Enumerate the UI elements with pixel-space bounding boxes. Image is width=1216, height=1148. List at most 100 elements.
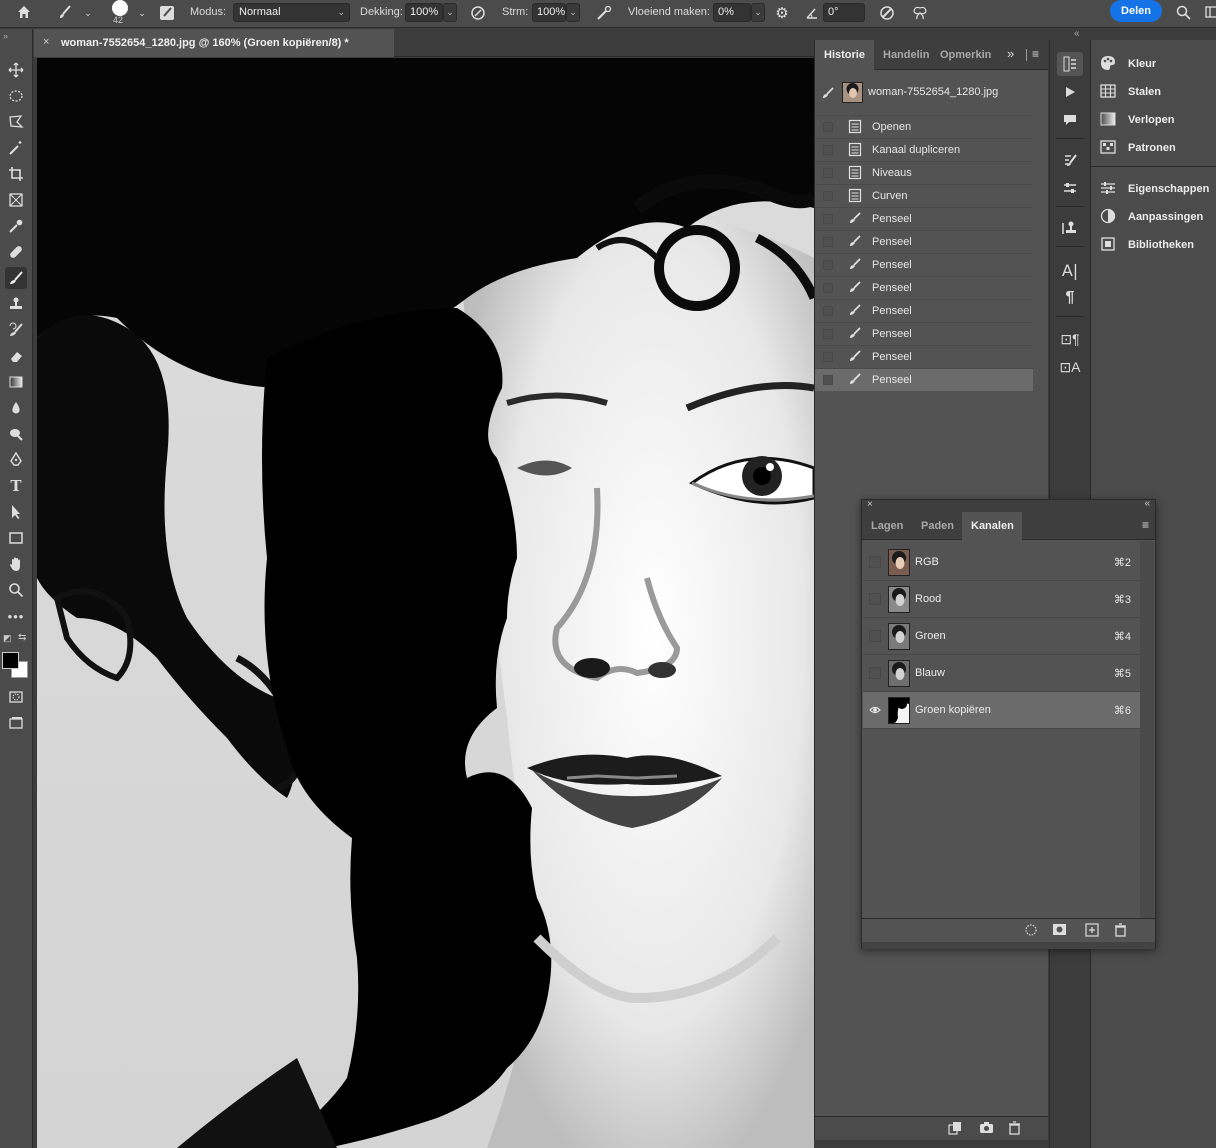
- history-brush-source-checkbox[interactable]: [823, 191, 833, 201]
- paragraph-styles-icon[interactable]: ⊡¶: [1057, 327, 1083, 351]
- history-brush-icon[interactable]: [5, 319, 27, 341]
- pressure-size-icon[interactable]: [877, 3, 897, 23]
- history-item[interactable]: Penseel: [815, 276, 1033, 299]
- history-item[interactable]: Curven: [815, 184, 1033, 207]
- resize-grip[interactable]: [862, 942, 1155, 949]
- angle-field[interactable]: 0°: [823, 3, 865, 22]
- history-brush-source-checkbox[interactable]: [823, 306, 833, 316]
- move-tool-icon[interactable]: [5, 59, 27, 81]
- collapse-icon[interactable]: »: [3, 31, 8, 41]
- comment-icon[interactable]: [1057, 108, 1083, 132]
- brush-tool-icon[interactable]: [5, 267, 27, 289]
- visibility-toggle[interactable]: [869, 630, 881, 642]
- dock-item-gradients[interactable]: Verlopen: [1099, 110, 1216, 130]
- visibility-toggle[interactable]: [869, 667, 881, 679]
- channel-row[interactable]: Groen ⌘4: [863, 618, 1140, 655]
- load-selection-icon[interactable]: [1023, 923, 1039, 939]
- brush-preset-icon[interactable]: [55, 2, 75, 22]
- history-item[interactable]: Niveaus: [815, 161, 1033, 184]
- history-brush-source-checkbox[interactable]: [823, 168, 833, 178]
- crop-tool-icon[interactable]: [5, 163, 27, 185]
- share-button[interactable]: Delen: [1110, 0, 1162, 22]
- dock-item-libraries[interactable]: Bibliotheken: [1099, 235, 1216, 255]
- character-styles-icon[interactable]: ⊡A: [1057, 355, 1083, 379]
- visibility-toggle[interactable]: [869, 556, 881, 568]
- history-brush-source-checkbox[interactable]: [823, 145, 833, 155]
- dodge-tool-icon[interactable]: [5, 423, 27, 445]
- history-panel-icon[interactable]: [1057, 52, 1083, 76]
- brush-settings-panel-icon[interactable]: [1057, 148, 1083, 172]
- magic-wand-icon[interactable]: [5, 137, 27, 159]
- channel-row[interactable]: Groen kopiëren ⌘6: [863, 692, 1140, 729]
- channels-panel-titlebar[interactable]: × «: [862, 498, 1155, 512]
- close-icon[interactable]: ×: [43, 36, 49, 48]
- opacity-field[interactable]: 100%: [405, 3, 443, 22]
- clone-source-icon[interactable]: [1057, 216, 1083, 240]
- channel-row[interactable]: Rood ⌘3: [863, 581, 1140, 618]
- flow-dropdown[interactable]: ⌄: [566, 3, 580, 22]
- tab-paths[interactable]: Paden: [912, 512, 962, 540]
- workspace-icon[interactable]: [1202, 2, 1216, 22]
- history-item[interactable]: Penseel: [815, 345, 1033, 368]
- new-channel-icon[interactable]: [1084, 923, 1100, 939]
- history-item[interactable]: Penseel: [815, 322, 1033, 345]
- eraser-icon[interactable]: [5, 345, 27, 367]
- history-item[interactable]: Penseel: [815, 253, 1033, 276]
- screen-mode-icon[interactable]: [5, 712, 27, 734]
- history-item[interactable]: Kanaal dupliceren: [815, 138, 1033, 161]
- pressure-opacity-icon[interactable]: [468, 3, 488, 23]
- healing-brush-icon[interactable]: [5, 241, 27, 263]
- dock-item-patterns[interactable]: Patronen: [1099, 138, 1216, 158]
- gear-icon[interactable]: ⚙: [772, 3, 792, 23]
- history-snapshot[interactable]: woman-7552654_1280.jpg: [815, 76, 1033, 114]
- marquee-tool-icon[interactable]: [5, 85, 27, 107]
- camera-icon[interactable]: [978, 1121, 994, 1137]
- collapse-icon[interactable]: «: [1144, 498, 1150, 509]
- type-tool-icon[interactable]: T: [5, 475, 27, 497]
- smoothing-field[interactable]: 0%: [713, 3, 751, 22]
- history-item[interactable]: Penseel: [815, 368, 1033, 391]
- dock-item-adjustments[interactable]: Aanpassingen: [1099, 207, 1216, 227]
- pen-tool-icon[interactable]: [5, 449, 27, 471]
- dock-item-properties[interactable]: Eigenschappen: [1099, 179, 1216, 199]
- channel-row[interactable]: RGB ⌘2: [863, 544, 1140, 581]
- panel-menu-icon[interactable]: ≡: [1032, 47, 1039, 61]
- zoom-tool-icon[interactable]: [5, 579, 27, 601]
- gradient-tool-icon[interactable]: [5, 371, 27, 393]
- document-tab[interactable]: × woman-7552654_1280.jpg @ 160% (Groen k…: [34, 29, 394, 57]
- default-colors-icon[interactable]: ◩: [3, 633, 12, 644]
- paragraph-panel-icon[interactable]: ¶: [1057, 286, 1083, 310]
- eye-icon[interactable]: [869, 704, 881, 716]
- collapse-icon[interactable]: «: [1074, 28, 1080, 39]
- smoothing-dropdown[interactable]: ⌄: [751, 3, 765, 22]
- tab-comments[interactable]: Opmerkin: [931, 40, 997, 70]
- history-item[interactable]: Penseel: [815, 299, 1033, 322]
- foreground-color-swatch[interactable]: [2, 652, 19, 669]
- search-icon[interactable]: [1173, 2, 1193, 22]
- brush-tip-preview[interactable]: [112, 0, 128, 16]
- history-brush-source-checkbox[interactable]: [823, 352, 833, 362]
- more-tools-icon[interactable]: •••: [5, 605, 27, 627]
- close-icon[interactable]: ×: [867, 499, 873, 510]
- quick-mask-icon[interactable]: [5, 686, 27, 708]
- dock-item-swatches[interactable]: Stalen: [1099, 82, 1216, 102]
- document-canvas[interactable]: [37, 58, 814, 1148]
- history-brush-source-checkbox[interactable]: [823, 329, 833, 339]
- eyedropper-icon[interactable]: [5, 215, 27, 237]
- trash-icon[interactable]: [1112, 923, 1128, 939]
- airbrush-icon[interactable]: [594, 3, 614, 23]
- swap-colors-icon[interactable]: ⇆: [18, 632, 26, 643]
- opacity-dropdown[interactable]: ⌄: [443, 3, 457, 22]
- brushes-panel-icon[interactable]: [1057, 176, 1083, 200]
- tab-channels[interactable]: Kanalen: [962, 512, 1022, 540]
- hand-tool-icon[interactable]: [5, 553, 27, 575]
- panel-menu-icon[interactable]: ≡: [1142, 518, 1149, 532]
- history-brush-source-checkbox[interactable]: [823, 375, 833, 385]
- tab-actions[interactable]: Handelin: [874, 40, 933, 70]
- lasso-tool-icon[interactable]: [5, 111, 27, 133]
- channels-scrollbar[interactable]: [1140, 541, 1154, 918]
- chevron-down-icon[interactable]: ⌄: [78, 3, 98, 23]
- brush-settings-icon[interactable]: [157, 3, 177, 23]
- rectangle-tool-icon[interactable]: [5, 527, 27, 549]
- character-panel-icon[interactable]: A|: [1057, 258, 1083, 282]
